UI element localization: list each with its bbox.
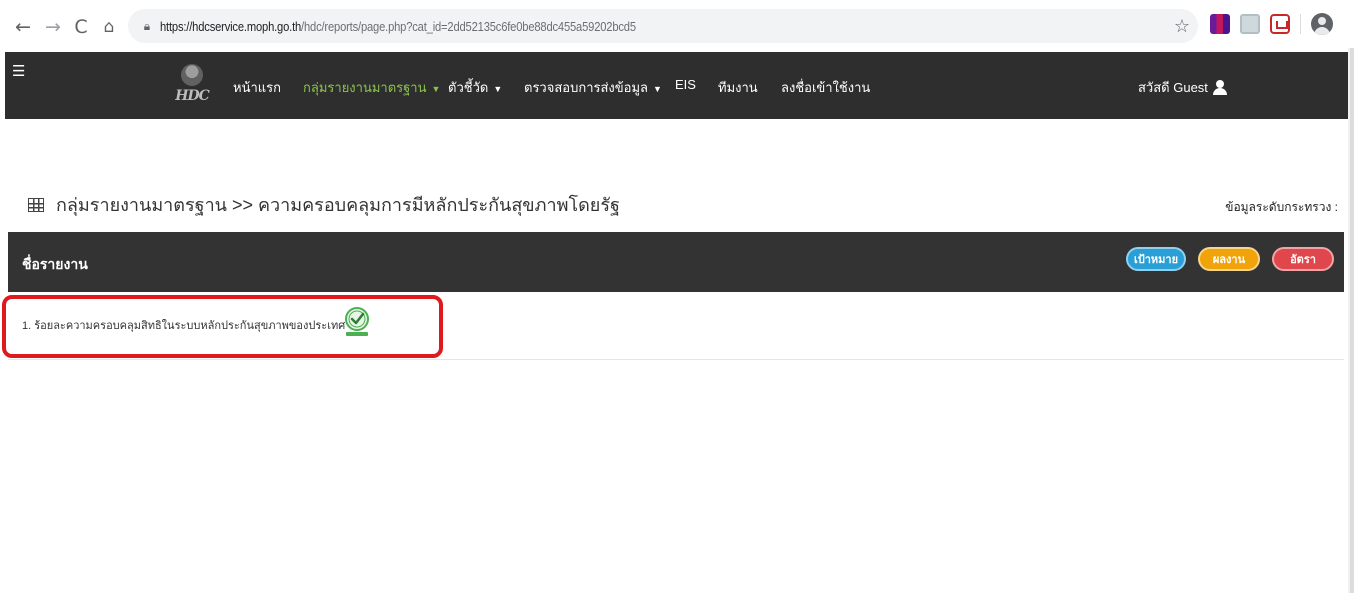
- nav-indicators-label: ตัวชี้วัด: [448, 80, 489, 95]
- caret-down-icon: ▼: [493, 84, 503, 94]
- home-icon[interactable]: ⌂: [94, 12, 124, 42]
- result-button[interactable]: ผลงาน: [1198, 247, 1260, 271]
- caret-down-icon: ▼: [653, 84, 662, 94]
- rate-button[interactable]: อัตรา: [1272, 247, 1334, 271]
- address-bar[interactable]: 🔒︎ https://hdcservice.moph.go.th/hdc/rep…: [128, 9, 1198, 43]
- extension-icons: ⋮: [1210, 11, 1354, 37]
- url-text[interactable]: https://hdcservice.moph.go.th/hdc/report…: [160, 19, 636, 34]
- nav-eis[interactable]: EIS: [675, 77, 696, 92]
- hdc-logo[interactable]: HDC: [172, 58, 212, 110]
- nav-data-check[interactable]: ตรวจสอบการส่งข้อมูล ▼: [524, 77, 662, 98]
- highlight-annotation: [2, 295, 443, 358]
- pocket-extension-icon[interactable]: [1270, 14, 1290, 34]
- url-path: /hdc/reports/page.php?cat_id=2dd52135c6f…: [301, 18, 636, 34]
- nav-home-label: หน้าแรก: [233, 80, 281, 95]
- nav-standard-reports-label: กลุ่มรายงานมาตรฐาน: [303, 80, 427, 95]
- caret-down-icon: ▼: [431, 84, 441, 94]
- nav-indicators[interactable]: ตัวชี้วัด ▼: [448, 77, 502, 98]
- extension-icon[interactable]: [1210, 14, 1230, 34]
- target-button[interactable]: เป้าหมาย: [1126, 247, 1186, 271]
- nav-login-label: ลงชื่อเข้าใช้งาน: [781, 80, 871, 95]
- site-navbar: ☰ HDC หน้าแรก กลุ่มรายงานมาตรฐาน ▼ ตัวชี้…: [5, 52, 1349, 119]
- nav-eis-label: EIS: [675, 77, 696, 92]
- bookmark-star-icon[interactable]: ☆: [1174, 16, 1190, 37]
- nav-data-check-label: ตรวจสอบการส่งข้อมูล: [524, 80, 649, 95]
- lock-icon: 🔒︎: [143, 18, 151, 33]
- nav-team-label: ทีมงาน: [718, 80, 758, 95]
- logo-figure-icon: [181, 64, 203, 86]
- toolbar-divider: [1300, 14, 1301, 34]
- user-icon: [1212, 80, 1227, 95]
- table-icon: [28, 197, 44, 212]
- profile-avatar-icon[interactable]: [1311, 13, 1333, 35]
- report-name-column-header: ชื่อรายงาน: [22, 256, 88, 272]
- forward-arrow-icon[interactable]: →: [38, 12, 68, 42]
- scrollbar-thumb[interactable]: [1350, 48, 1354, 593]
- nav-standard-reports[interactable]: กลุ่มรายงานมาตรฐาน ▼: [303, 77, 440, 98]
- logo-text: HDC: [175, 88, 210, 104]
- url-host: https://hdcservice.moph.go.th: [160, 18, 302, 34]
- data-level-label: ข้อมูลระดับกระทรวง :: [1225, 200, 1338, 214]
- browser-toolbar: ← → C ⌂ 🔒︎ https://hdcservice.moph.go.th…: [0, 0, 1354, 48]
- extension-icon[interactable]: [1240, 14, 1260, 34]
- user-greeting-label: สวัสดี Guest: [1138, 80, 1208, 95]
- nav-login[interactable]: ลงชื่อเข้าใช้งาน: [781, 77, 870, 98]
- breadcrumb: กลุ่มรายงานมาตรฐาน >> ความครอบคลุมการมีห…: [56, 195, 620, 215]
- nav-home[interactable]: หน้าแรก: [233, 77, 281, 98]
- browser-menu-icon[interactable]: ⋮: [1347, 14, 1354, 35]
- hamburger-menu-icon[interactable]: ☰: [12, 62, 25, 80]
- page-title: กลุ่มรายงานมาตรฐาน >> ความครอบคลุมการมีห…: [28, 190, 620, 219]
- report-table-header: ชื่อรายงาน เป้าหมาย ผลงาน อัตรา: [8, 232, 1344, 292]
- back-arrow-icon[interactable]: ←: [8, 12, 38, 42]
- user-greeting[interactable]: สวัสดี Guest: [1138, 77, 1227, 98]
- reload-icon[interactable]: C: [66, 12, 96, 42]
- nav-team[interactable]: ทีมงาน: [718, 77, 758, 98]
